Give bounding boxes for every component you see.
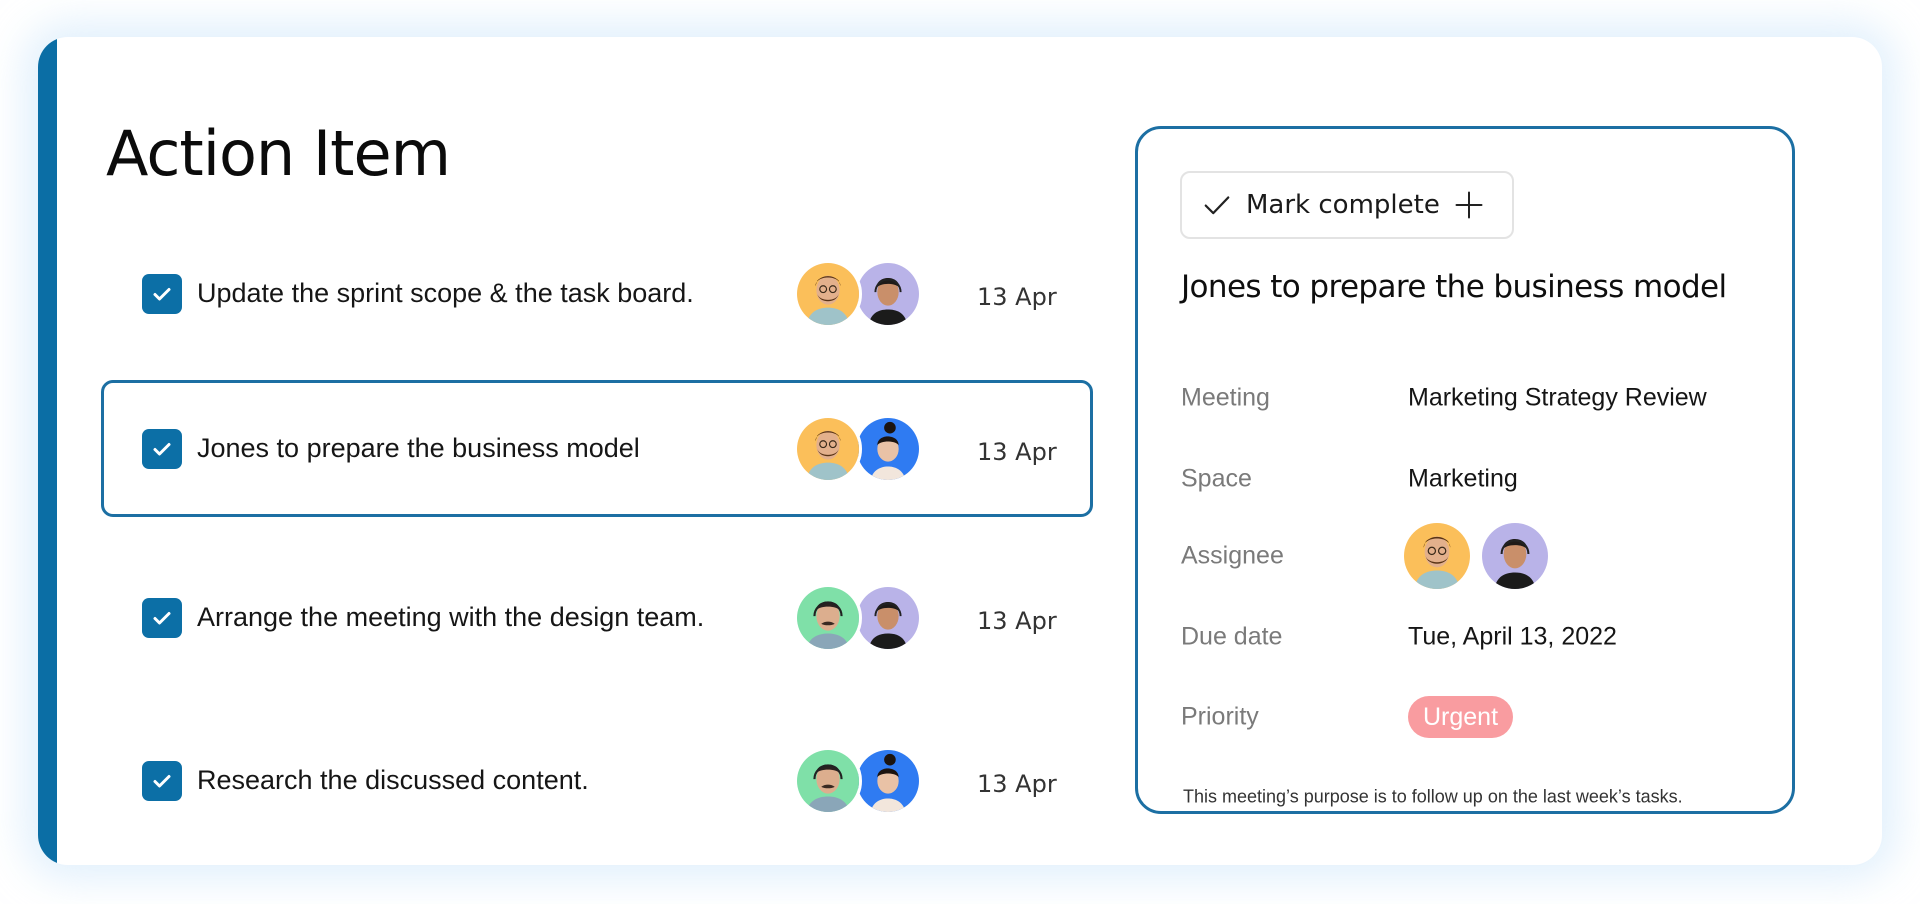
task-row[interactable]: Update the sprint scope & the task board…	[101, 225, 1093, 362]
check-icon	[153, 774, 171, 787]
task-checkbox[interactable]	[142, 273, 182, 314]
meeting-value[interactable]: Marketing Strategy Review	[1408, 384, 1707, 413]
task-row[interactable]: Arrange the meeting with the design team…	[101, 549, 1093, 686]
assignee-avatars	[794, 259, 934, 328]
meeting-label: Meeting	[1181, 383, 1270, 412]
page-title: Action Item	[106, 117, 451, 190]
check-icon	[1204, 196, 1230, 215]
check-icon	[153, 287, 171, 300]
task-label: Jones to prepare the business model	[197, 432, 640, 463]
task-label: Arrange the meeting with the design team…	[197, 601, 705, 632]
space-value[interactable]: Marketing	[1408, 465, 1518, 494]
detail-assignee-avatars	[1404, 523, 1564, 589]
mark-complete-button[interactable]: Mark complete	[1180, 171, 1514, 239]
assignee-avatars	[794, 583, 934, 652]
avatar-bearded-man-glasses	[794, 414, 862, 483]
task-label: Research the discussed content.	[197, 764, 589, 795]
task-detail-panel: Mark complete Jones to prepare the busin…	[1135, 126, 1795, 814]
action-item-card: Action Item Update the sprint scope & th…	[38, 37, 1882, 865]
space-label: Space	[1181, 464, 1252, 493]
task-checkbox[interactable]	[142, 760, 182, 801]
avatar-woman-headset	[854, 259, 922, 328]
avatar-bearded-man-glasses[interactable]	[1404, 523, 1470, 589]
assignee-avatars	[794, 414, 934, 483]
avatar-woman-headset	[854, 583, 922, 652]
avatar-bearded-man-glasses	[794, 259, 862, 328]
task-checkbox[interactable]	[142, 597, 182, 638]
mark-complete-label: Mark complete	[1246, 190, 1440, 220]
task-date: 13 Apr	[977, 769, 1057, 798]
task-row[interactable]: Research the discussed content. 13 Apr	[101, 712, 1093, 849]
accent-bar	[38, 37, 57, 865]
task-checkbox[interactable]	[142, 428, 182, 469]
priority-badge[interactable]: Urgent	[1408, 696, 1514, 738]
assignee-avatars	[794, 746, 934, 815]
meeting-note: This meeting’s purpose is to follow up o…	[1183, 786, 1683, 807]
due-date-value[interactable]: Tue, April 13, 2022	[1408, 623, 1617, 652]
task-date: 13 Apr	[977, 437, 1057, 466]
plus-icon[interactable]	[1454, 190, 1484, 220]
avatar-man-mustache-headset	[794, 583, 862, 652]
priority-label: Priority	[1181, 702, 1259, 731]
assignee-label: Assignee	[1181, 541, 1284, 570]
task-date: 13 Apr	[977, 282, 1057, 311]
detail-title: Jones to prepare the business model	[1181, 269, 1727, 305]
task-row-selected[interactable]: Jones to prepare the business model 13 A…	[101, 380, 1093, 517]
task-label: Update the sprint scope & the task board…	[197, 277, 694, 308]
avatar-woman-bun	[854, 746, 922, 815]
due-date-label: Due date	[1181, 622, 1283, 651]
check-icon	[153, 442, 171, 455]
task-date: 13 Apr	[977, 606, 1057, 635]
check-icon	[153, 611, 171, 624]
avatar-woman-headset[interactable]	[1482, 523, 1548, 589]
avatar-woman-bun	[854, 414, 922, 483]
avatar-man-mustache-headset	[794, 746, 862, 815]
